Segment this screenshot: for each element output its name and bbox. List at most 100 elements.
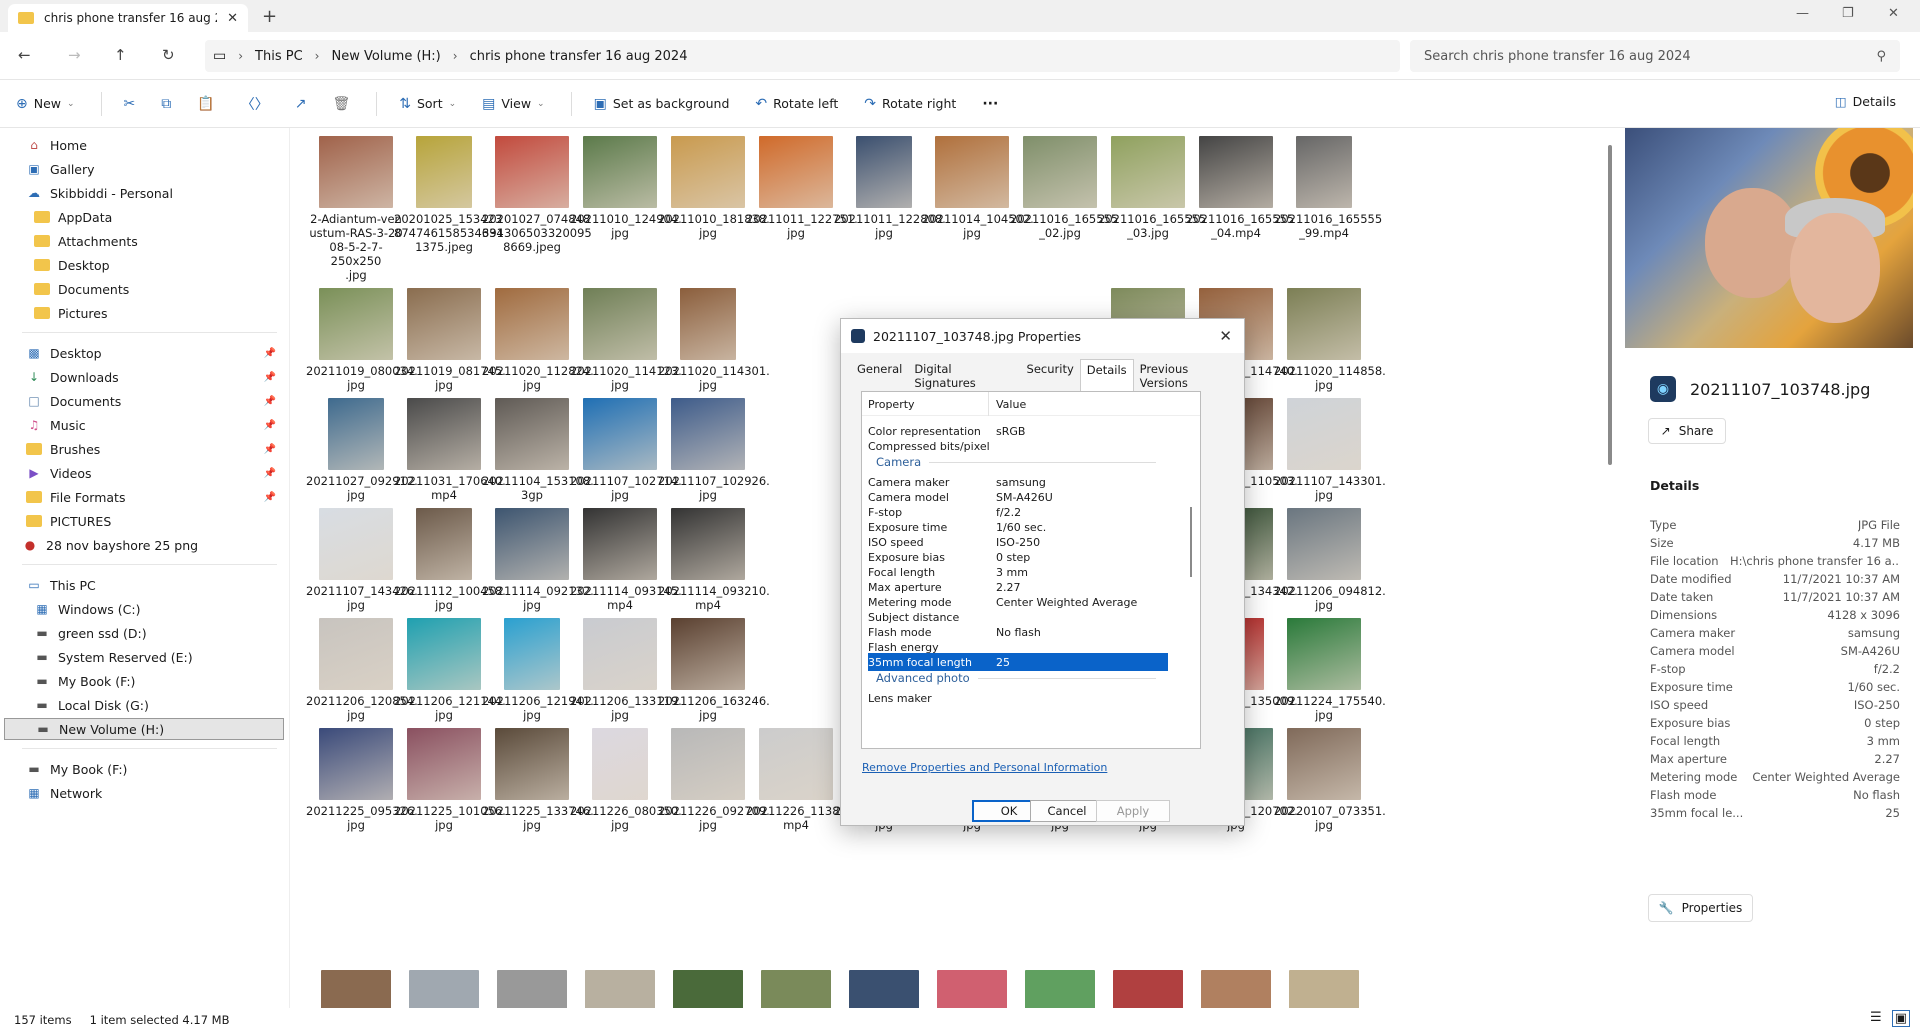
file-item[interactable]: 20211020_114858. jpg — [1274, 288, 1386, 392]
sidebar-item-drive-f[interactable]: ▬ My Book (F:) — [34, 670, 135, 692]
file-item[interactable] — [482, 970, 582, 1008]
file-item[interactable]: 20211225_095326. jpg — [306, 728, 418, 832]
tab-details[interactable]: Details — [1079, 359, 1134, 393]
file-item[interactable]: 20211114_093210. mp4 — [658, 508, 770, 612]
file-item[interactable]: 20211019_080034. jpg — [306, 288, 418, 392]
file-item[interactable]: 20211020_112824. jpg — [482, 288, 594, 392]
file-item[interactable]: 20211020_114123. jpg — [570, 288, 682, 392]
rotate-left-button[interactable]: ↶ Rotate left — [755, 96, 838, 112]
sidebar-item-documents-od[interactable]: Documents — [34, 278, 129, 300]
file-item[interactable] — [1186, 970, 1286, 1008]
address-bar[interactable]: ▭ › This PC › New Volume (H:) › chris ph… — [205, 40, 1400, 72]
file-item[interactable]: 20211019_081745. jpg — [394, 288, 506, 392]
file-item[interactable] — [746, 970, 846, 1008]
file-item[interactable]: 20211206_163246. jpg — [658, 618, 770, 722]
property-list[interactable]: Property Value Color representation sRGB C… — [861, 391, 1201, 749]
sort-button[interactable]: ⇅ Sort ⌄ — [399, 96, 456, 112]
file-item[interactable]: 20211016_165555 _02.jpg — [1010, 136, 1118, 240]
file-item[interactable]: 20220107_073351. jpg — [1274, 728, 1386, 832]
properties-button[interactable]: 🔧 Properties — [1648, 894, 1753, 922]
sidebar-item-drive-g[interactable]: ▬ Local Disk (G:) — [34, 694, 149, 716]
file-item[interactable]: 20211010_124904. jpg — [570, 136, 682, 240]
file-item[interactable] — [834, 970, 934, 1008]
new-button[interactable]: ⊕ New ⌄ — [16, 96, 75, 112]
sidebar-item-documents[interactable]: □ Documents 📌 — [26, 390, 290, 412]
file-item[interactable]: 20211107_102926. jpg — [658, 398, 770, 502]
file-item[interactable] — [658, 970, 758, 1008]
sidebar-item-drive-d[interactable]: ▬ green ssd (D:) — [34, 622, 146, 644]
scrollbar[interactable] — [1608, 145, 1612, 465]
new-tab-button[interactable]: + — [262, 6, 277, 27]
file-item[interactable]: 20211225_101056. jpg — [394, 728, 506, 832]
file-item[interactable]: 20211206_133119. jpg — [570, 618, 682, 722]
share-button[interactable]: ↗ Share — [1648, 418, 1726, 444]
cut-button[interactable]: ✂ — [124, 96, 136, 112]
rotate-right-button[interactable]: ↷ Rotate right — [864, 96, 956, 112]
cancel-button[interactable]: Cancel — [1030, 800, 1104, 822]
sidebar-item-desktop-od[interactable]: Desktop — [34, 254, 110, 276]
sidebar-item-file-formats[interactable]: File Formats 📌 — [26, 486, 290, 508]
file-item[interactable] — [922, 970, 1022, 1008]
close-tab-icon[interactable]: ✕ — [227, 11, 238, 26]
forward-icon[interactable]: → — [68, 46, 81, 64]
back-icon[interactable]: ← — [18, 46, 31, 64]
tab-digital-signatures[interactable]: Digital Signatures — [908, 359, 1020, 393]
file-item[interactable]: 20211011_122808. jpg — [834, 136, 946, 240]
refresh-icon[interactable]: ↻ — [162, 46, 175, 64]
search-input[interactable]: Search chris phone transfer 16 aug 2024 … — [1410, 40, 1900, 72]
window-tab[interactable]: chris phone transfer 16 aug 20 ✕ — [8, 4, 248, 32]
sidebar-item-onedrive[interactable]: ☁ Skibbiddi - Personal — [26, 182, 173, 204]
file-item[interactable] — [306, 970, 406, 1008]
file-item[interactable]: 20211114_092132. jpg — [482, 508, 594, 612]
file-item[interactable]: 20211016_165555 _03.jpg — [1098, 136, 1206, 240]
file-item[interactable]: 20211225_133746. jpg — [482, 728, 594, 832]
file-item[interactable]: 20211010_181838. jpg — [658, 136, 770, 240]
file-item[interactable]: 20211011_122751. jpg — [746, 136, 858, 240]
file-item[interactable] — [1010, 970, 1110, 1008]
file-item[interactable]: 20211206_094812. jpg — [1274, 508, 1386, 612]
view-button[interactable]: ▤ View ⌄ — [482, 96, 544, 112]
delete-button[interactable]: 🗑 — [332, 96, 350, 112]
sidebar-item-gallery[interactable]: ▣ Gallery — [26, 158, 94, 180]
file-item[interactable]: 20211206_121144. jpg — [394, 618, 506, 722]
file-item[interactable]: 20211224_175540. jpg — [1274, 618, 1386, 722]
sidebar-item-downloads[interactable]: ↓ Downloads 📌 — [26, 366, 290, 388]
file-item[interactable]: 20211226_092709. jpg — [658, 728, 770, 832]
tab-security[interactable]: Security — [1021, 359, 1080, 393]
details-view-icon[interactable]: ☰ — [1870, 1010, 1882, 1027]
file-item[interactable]: 20211031_170640. mp4 — [394, 398, 506, 502]
file-item[interactable]: 20211014_104502. jpg — [922, 136, 1034, 240]
file-item[interactable]: 2-Adiantum-ven ustum-RAS-3-20 08-5-2-7-250… — [306, 136, 406, 282]
property-row[interactable]: Compressed bits/pixel — [868, 437, 1168, 455]
set-background-button[interactable]: ▣ Set as background — [594, 96, 730, 112]
maximize-icon[interactable]: ❐ — [1842, 6, 1854, 21]
file-item[interactable]: 20211104_153108. 3gp — [482, 398, 594, 502]
file-item[interactable]: 20201025_153423 874746158534634 1375.jpeg — [394, 136, 504, 254]
file-item[interactable]: 20211226_080350. jpg — [570, 728, 682, 832]
sidebar-item-music[interactable]: ♫ Music 📌 — [26, 414, 290, 436]
sidebar-item-attachments[interactable]: Attachments — [34, 230, 138, 252]
file-item[interactable]: 20211016_165555 _99.mp4 — [1274, 136, 1382, 240]
sidebar-item-brushes[interactable]: Brushes 📌 — [26, 438, 290, 460]
breadcrumb-new-volume[interactable]: New Volume (H:) — [331, 49, 440, 64]
sidebar-item-pictures[interactable]: PICTURES — [26, 510, 111, 532]
file-item[interactable] — [1098, 970, 1198, 1008]
remove-properties-link[interactable]: Remove Properties and Personal Informati… — [862, 761, 1107, 774]
sidebar-item-network[interactable]: ▦ Network — [26, 782, 102, 804]
file-item[interactable]: 20211107_102714. jpg — [570, 398, 682, 502]
breadcrumb-this-pc[interactable]: This PC — [255, 49, 303, 64]
rename-button[interactable]: 〈〉 — [241, 94, 269, 114]
file-item[interactable]: 20211114_093145. mp4 — [570, 508, 682, 612]
sidebar-item-desktop[interactable]: ▩ Desktop 📌 — [26, 342, 290, 364]
sidebar-item-appdata[interactable]: AppData — [34, 206, 112, 228]
file-item[interactable] — [1274, 970, 1374, 1008]
file-item[interactable]: 20211016_165555 _04.mp4 — [1186, 136, 1294, 240]
sidebar-item-mybook[interactable]: ▬ My Book (F:) — [26, 758, 127, 780]
file-item[interactable]: 20211107_143301. jpg — [1274, 398, 1386, 502]
thumbnail-view-icon[interactable]: ▣ — [1891, 1010, 1910, 1027]
col-value[interactable]: Value — [996, 398, 1026, 411]
close-icon[interactable]: ✕ — [1219, 327, 1232, 345]
apply-button[interactable]: Apply — [1096, 800, 1170, 822]
file-item[interactable]: 20211206_121941. jpg — [482, 618, 594, 722]
file-item[interactable]: 20211107_143426. jpg — [306, 508, 418, 612]
